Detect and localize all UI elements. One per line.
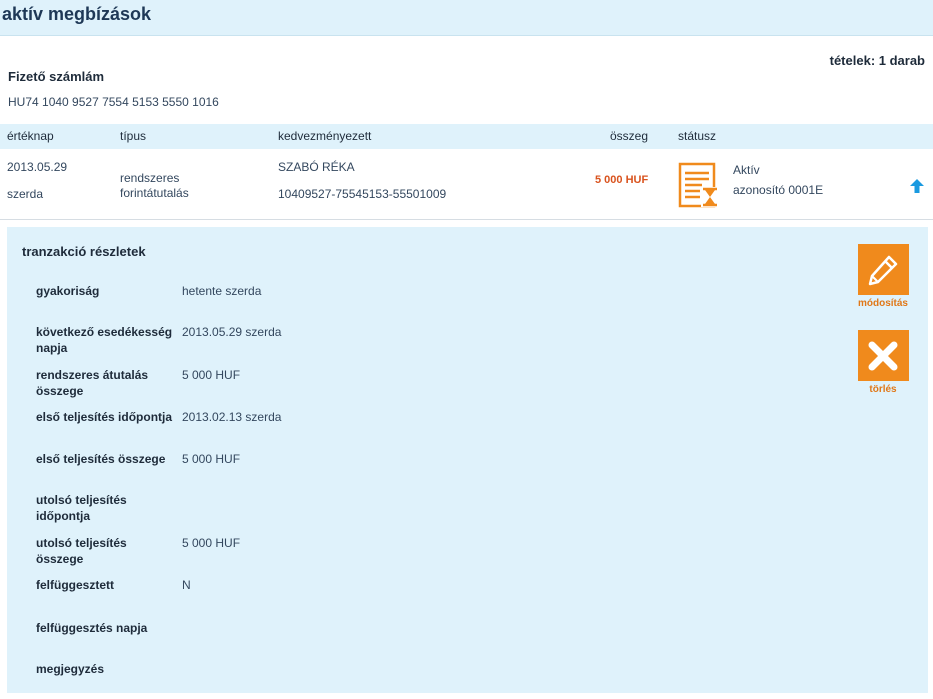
detail-label-suspended: felfüggesztett	[36, 578, 114, 592]
detail-value-recurring-amount: 5 000 HUF	[182, 368, 241, 382]
row-day: szerda	[7, 187, 44, 201]
detail-label-recurring-amount: rendszeres átutalás összege	[36, 368, 149, 398]
items-count: tételek: 1 darab	[829, 53, 925, 68]
detail-label-note: megjegyzés	[36, 662, 105, 676]
detail-value-first-execution-amount: 5 000 HUF	[182, 452, 241, 466]
account-label: Fizető számlám	[8, 69, 105, 84]
column-header-value-date: értéknap	[7, 129, 54, 143]
detail-value-frequency: hetente szerda	[182, 284, 262, 298]
document-hourglass-icon	[678, 162, 719, 208]
row-type-line2: forintátutalás	[120, 186, 189, 200]
detail-value-first-execution-date: 2013.02.13 szerda	[182, 410, 282, 424]
arrow-up-icon[interactable]	[909, 178, 925, 194]
transaction-details-panel: tranzakció részletek gyakoriság hetente …	[7, 227, 928, 693]
row-type-line1: rendszeres	[120, 171, 180, 185]
detail-label-last-execution-amount: utolsó teljesítés összege	[36, 536, 127, 566]
edit-button[interactable]: módosítás	[857, 244, 909, 309]
detail-value-last-execution-amount: 5 000 HUF	[182, 536, 241, 550]
page-title: aktív megbízások	[2, 4, 152, 24]
column-header-beneficiary: kedvezményezett	[278, 129, 372, 143]
close-x-icon	[868, 341, 898, 370]
row-beneficiary-name: SZABÓ RÉKA	[278, 160, 355, 174]
detail-label-last-execution-date: utolsó teljesítés időpontja	[36, 493, 127, 523]
delete-button-label: törlés	[869, 384, 897, 395]
detail-label-frequency: gyakoriság	[36, 284, 100, 298]
details-title: tranzakció részletek	[22, 244, 146, 259]
row-beneficiary-account: 10409527-75545153-55501009	[278, 187, 447, 201]
detail-label-first-execution-date: első teljesítés időpontja	[36, 410, 173, 424]
table-row[interactable]: 2013.05.29 szerda rendszeres forintátuta…	[0, 150, 933, 220]
detail-label-next-due-date: következő esedékesség napja	[36, 325, 173, 355]
column-header-status: státusz	[678, 129, 717, 143]
detail-value-next-due-date: 2013.05.29 szerda	[182, 325, 282, 339]
account-number: HU74 1040 9527 7554 5153 5550 1016	[8, 95, 219, 109]
column-header-amount: összeg	[610, 129, 649, 143]
delete-button[interactable]: törlés	[857, 330, 909, 395]
page-header: aktív megbízások	[0, 0, 933, 36]
pencil-icon	[868, 255, 898, 285]
detail-label-first-execution-amount: első teljesítés összege	[36, 452, 166, 466]
row-status: Aktív	[733, 163, 760, 177]
row-date: 2013.05.29	[7, 160, 68, 174]
edit-button-label: módosítás	[857, 298, 908, 309]
detail-label-suspension-date: felfüggesztés napja	[36, 621, 148, 635]
column-header-type: típus	[120, 129, 147, 143]
table-header: értéknap típus kedvezményezett összeg st…	[0, 124, 933, 149]
row-amount: 5 000 HUF	[595, 174, 649, 186]
detail-value-suspended: N	[182, 578, 191, 592]
row-identifier: azonosító 0001E	[733, 183, 824, 197]
